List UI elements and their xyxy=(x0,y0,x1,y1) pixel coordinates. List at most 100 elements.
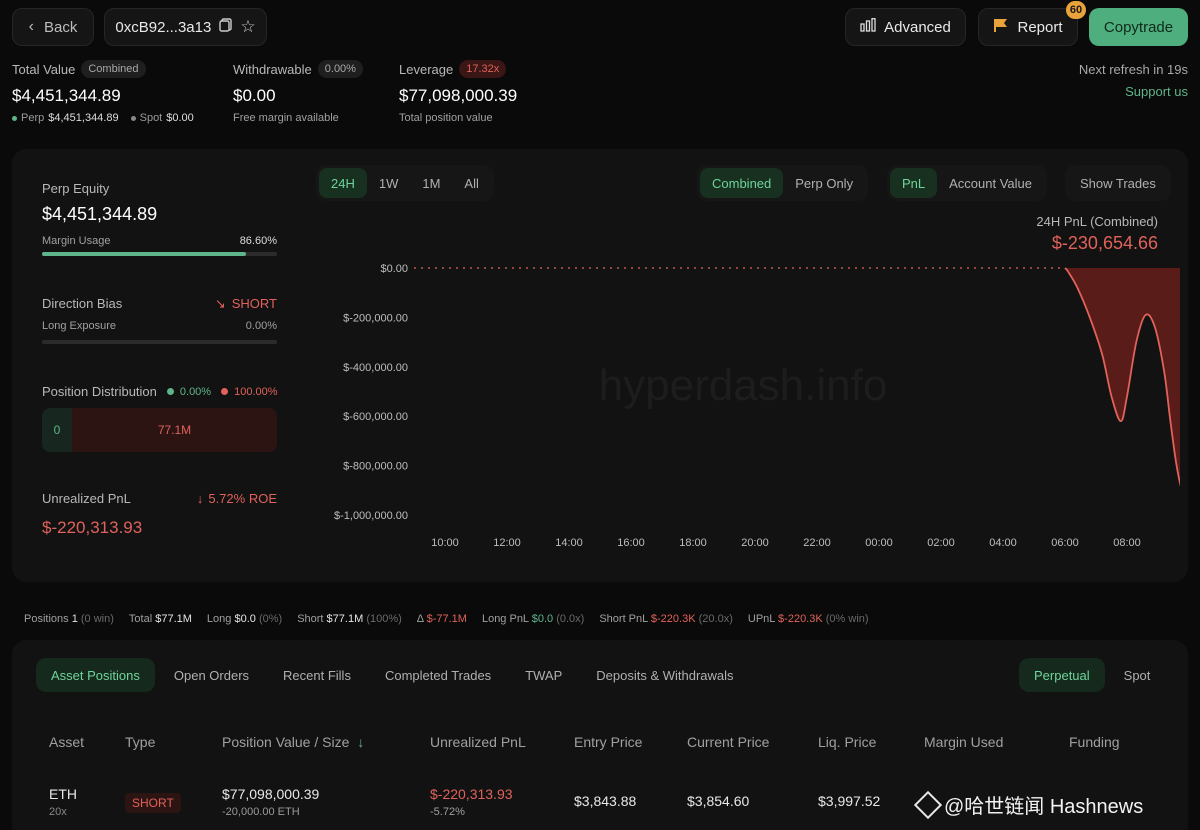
row-upnl: $-220,313.93 xyxy=(430,786,513,802)
spot-value: $0.00 xyxy=(166,112,194,124)
copytrade-button[interactable]: Copytrade xyxy=(1089,8,1188,46)
short-dot-icon xyxy=(221,388,229,395)
strip-long-pct: (0%) xyxy=(258,613,283,625)
trend-down-icon: ↘ xyxy=(214,296,226,311)
tab-asset-positions[interactable]: Asset Positions xyxy=(36,658,155,692)
row-current-price: $3,854.60 xyxy=(687,793,750,809)
unrealized-roe-block: ↓ 5.72% ROE xyxy=(170,491,277,506)
perp-equity-value: $4,451,344.89 xyxy=(42,204,158,224)
col-unrealized-pnl[interactable]: Unrealized PnL xyxy=(430,734,526,750)
footer-watermark: @哈世链闻 Hashnews xyxy=(913,790,1143,819)
y-tick-label: $-400,000.00 xyxy=(343,362,408,374)
col-asset[interactable]: Asset xyxy=(49,734,84,750)
pnl-area xyxy=(1065,268,1180,484)
star-icon[interactable]: ☆ xyxy=(240,17,255,37)
metric-selector: PnL Account Value xyxy=(887,165,1048,201)
back-label: Back xyxy=(43,18,78,36)
col-position-value-wrapper[interactable]: Position Value / Size ↓ xyxy=(222,734,364,750)
leverage-value: $77,098,000.39 xyxy=(399,86,518,105)
long-exposure-bar xyxy=(42,340,277,344)
mode-perp-only[interactable]: Perp Only xyxy=(783,168,865,198)
range-all[interactable]: All xyxy=(452,168,490,198)
col-liq-price[interactable]: Liq. Price xyxy=(818,734,876,750)
strip-delta-value: $-77.1M xyxy=(426,613,467,625)
range-1w[interactable]: 1W xyxy=(367,168,411,198)
copy-icon[interactable] xyxy=(219,18,233,36)
advanced-label: Advanced xyxy=(884,18,951,36)
tab-completed-trades[interactable]: Completed Trades xyxy=(370,658,506,692)
metric-account-value[interactable]: Account Value xyxy=(937,168,1044,198)
show-trades-toggle[interactable]: Show Trades xyxy=(1065,165,1171,201)
dist-long-segment: 0 xyxy=(42,408,72,452)
position-distribution-label: Position Distribution xyxy=(42,384,157,399)
total-value-label: Total Value xyxy=(12,61,76,77)
spot-dot-icon xyxy=(130,115,136,121)
x-tick-label: 18:00 xyxy=(679,537,707,549)
row-liq-price: $3,997.52 xyxy=(818,793,881,809)
perp-equity-label: Perp Equity xyxy=(42,181,110,196)
pnl-title: 24H PnL (Combined) xyxy=(1036,214,1158,229)
arrow-down-icon: ↓ xyxy=(196,491,204,506)
col-current-price[interactable]: Current Price xyxy=(687,734,769,750)
total-value: $4,451,344.89 xyxy=(12,86,121,105)
sort-down-icon[interactable]: ↓ xyxy=(357,734,364,750)
tab-open-orders[interactable]: Open Orders xyxy=(159,658,264,692)
market-tab-perpetual[interactable]: Perpetual xyxy=(1019,658,1105,692)
strip-short-pnl-label: Short PnL xyxy=(599,613,648,625)
leverage-sub: Total position value xyxy=(399,112,493,124)
mode-combined[interactable]: Combined xyxy=(700,168,784,198)
support-link[interactable]: Support us xyxy=(1125,84,1188,99)
positions-summary-strip: Positions 1 (0 win) Total $77.1M Long $0… xyxy=(24,613,869,625)
withdrawable-value: $0.00 xyxy=(233,86,276,105)
col-entry-price[interactable]: Entry Price xyxy=(574,734,642,750)
y-tick-label: $-1,000,000.00 xyxy=(334,510,408,522)
x-tick-label: 04:00 xyxy=(989,537,1017,549)
position-dist-short: 100.00% xyxy=(234,385,278,398)
tab-twap[interactable]: TWAP xyxy=(510,658,577,692)
total-value-block: Total Value Combined $4,451,344.89 Perp … xyxy=(12,60,222,124)
direction-bias-value: SHORT xyxy=(231,296,277,311)
dist-short-value: 77.1M xyxy=(157,423,192,437)
strip-short-value: $77.1M xyxy=(326,613,364,625)
col-type[interactable]: Type xyxy=(125,734,155,750)
x-tick-label: 20:00 xyxy=(741,537,769,549)
strip-long-pnl-value: $0.0 xyxy=(531,613,554,625)
pnl-chart[interactable]: hyperdash.info $0.00 $-200,000.00 $-400,00… xyxy=(300,250,1180,560)
market-tab-spot[interactable]: Spot xyxy=(1109,658,1166,692)
long-dot-icon xyxy=(166,388,174,395)
strip-short-label: Short xyxy=(297,613,324,625)
long-exposure-label: Long Exposure xyxy=(42,320,116,332)
strip-long-pnl-x: (0.0x) xyxy=(556,613,585,625)
total-value-badge: Combined xyxy=(81,60,146,78)
row-position-value: $77,098,000.39 xyxy=(222,786,320,802)
metric-pnl[interactable]: PnL xyxy=(890,168,938,198)
range-1m[interactable]: 1M xyxy=(410,168,452,198)
row-asset: ETH xyxy=(49,786,77,802)
row-size: -20,000.00 ETH xyxy=(222,806,300,818)
long-exposure-value: 0.00% xyxy=(245,320,277,332)
address-chip[interactable]: 0xcB92...3a13 ☆ xyxy=(104,8,267,46)
strip-long-label: Long xyxy=(206,613,232,625)
perp-value: $4,451,344.89 xyxy=(48,112,119,124)
range-24h[interactable]: 24H xyxy=(319,168,367,198)
back-button[interactable]: ‹ Back xyxy=(12,8,94,46)
advanced-button[interactable]: Advanced xyxy=(845,8,966,46)
col-funding[interactable]: Funding xyxy=(1069,734,1120,750)
flag-icon xyxy=(993,18,1009,37)
col-position-value: Position Value / Size xyxy=(222,734,350,750)
show-trades-label[interactable]: Show Trades xyxy=(1068,168,1168,198)
margin-usage-label: Margin Usage xyxy=(42,235,111,247)
strip-positions-value: 1 xyxy=(71,613,78,625)
tab-recent-fills[interactable]: Recent Fills xyxy=(268,658,366,692)
x-tick-label: 12:00 xyxy=(493,537,521,549)
x-tick-label: 00:00 xyxy=(865,537,893,549)
report-label: Report xyxy=(1017,18,1063,36)
report-button[interactable]: Report xyxy=(978,8,1078,46)
row-type-badge: SHORT xyxy=(125,793,181,813)
y-tick-label: $0.00 xyxy=(380,263,408,275)
withdrawable-sub: Free margin available xyxy=(233,112,339,124)
col-margin-used[interactable]: Margin Used xyxy=(924,734,1003,750)
y-tick-label: $-800,000.00 xyxy=(343,461,408,473)
unrealized-pnl-label: Unrealized PnL xyxy=(42,491,131,506)
tab-deposits-withdrawals[interactable]: Deposits & Withdrawals xyxy=(581,658,748,692)
